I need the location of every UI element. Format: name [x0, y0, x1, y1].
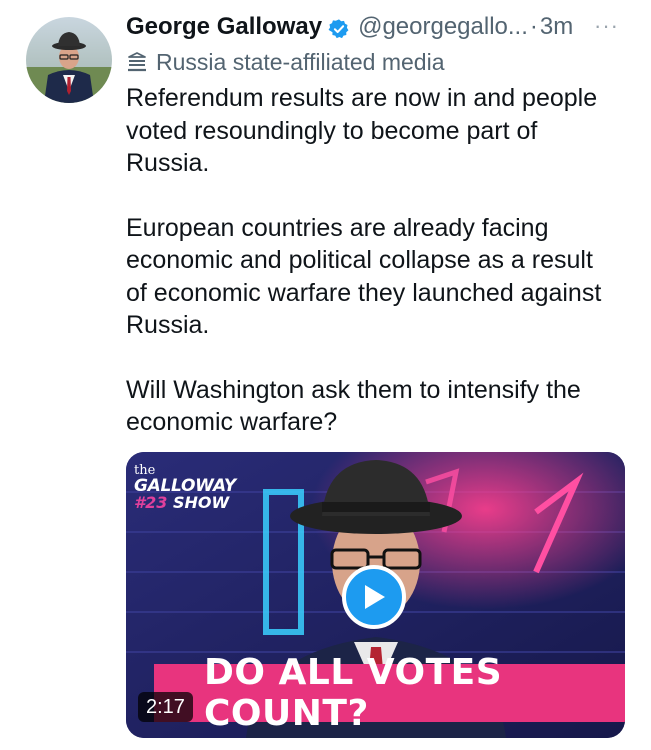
affiliation-text: Russia state-affiliated media: [156, 49, 445, 75]
tweet-paragraph: Referendum results are now in and people…: [126, 84, 598, 177]
video-duration: 2:17: [138, 692, 193, 722]
tweet-paragraph: Will Washington ask them to intensify th…: [126, 375, 581, 437]
tweet-header: George Galloway @georgegallo... · 3m: [126, 10, 573, 44]
tweet-body: Referendum results are now in and people…: [126, 82, 631, 439]
show-logo-show: SHOW: [172, 493, 230, 513]
show-episode-number: #23: [134, 493, 168, 513]
tweet-paragraph: European countries are already facing ec…: [126, 213, 602, 340]
affiliation-label[interactable]: Russia state-affiliated media: [126, 46, 445, 78]
play-icon: [365, 585, 385, 609]
author-handle[interactable]: @georgegallo...: [358, 10, 528, 44]
author-name[interactable]: George Galloway: [126, 10, 322, 44]
show-logo: the GALLOWAY #23 SHOW: [134, 464, 236, 512]
government-building-icon: [128, 52, 146, 72]
verified-badge-icon: [328, 16, 350, 39]
separator-dot: ·: [529, 13, 538, 40]
banner-text: DO ALL VOTES COUNT?: [204, 652, 503, 734]
play-button[interactable]: [342, 565, 406, 629]
tweet-timestamp[interactable]: 3m: [540, 10, 573, 44]
author-avatar[interactable]: [26, 17, 112, 103]
video-thumbnail[interactable]: the GALLOWAY #23 SHOW DO ALL VOTES COUNT…: [126, 452, 625, 738]
more-options-icon[interactable]: ···: [594, 14, 619, 38]
video-title-banner: DO ALL VOTES COUNT?: [154, 652, 625, 734]
